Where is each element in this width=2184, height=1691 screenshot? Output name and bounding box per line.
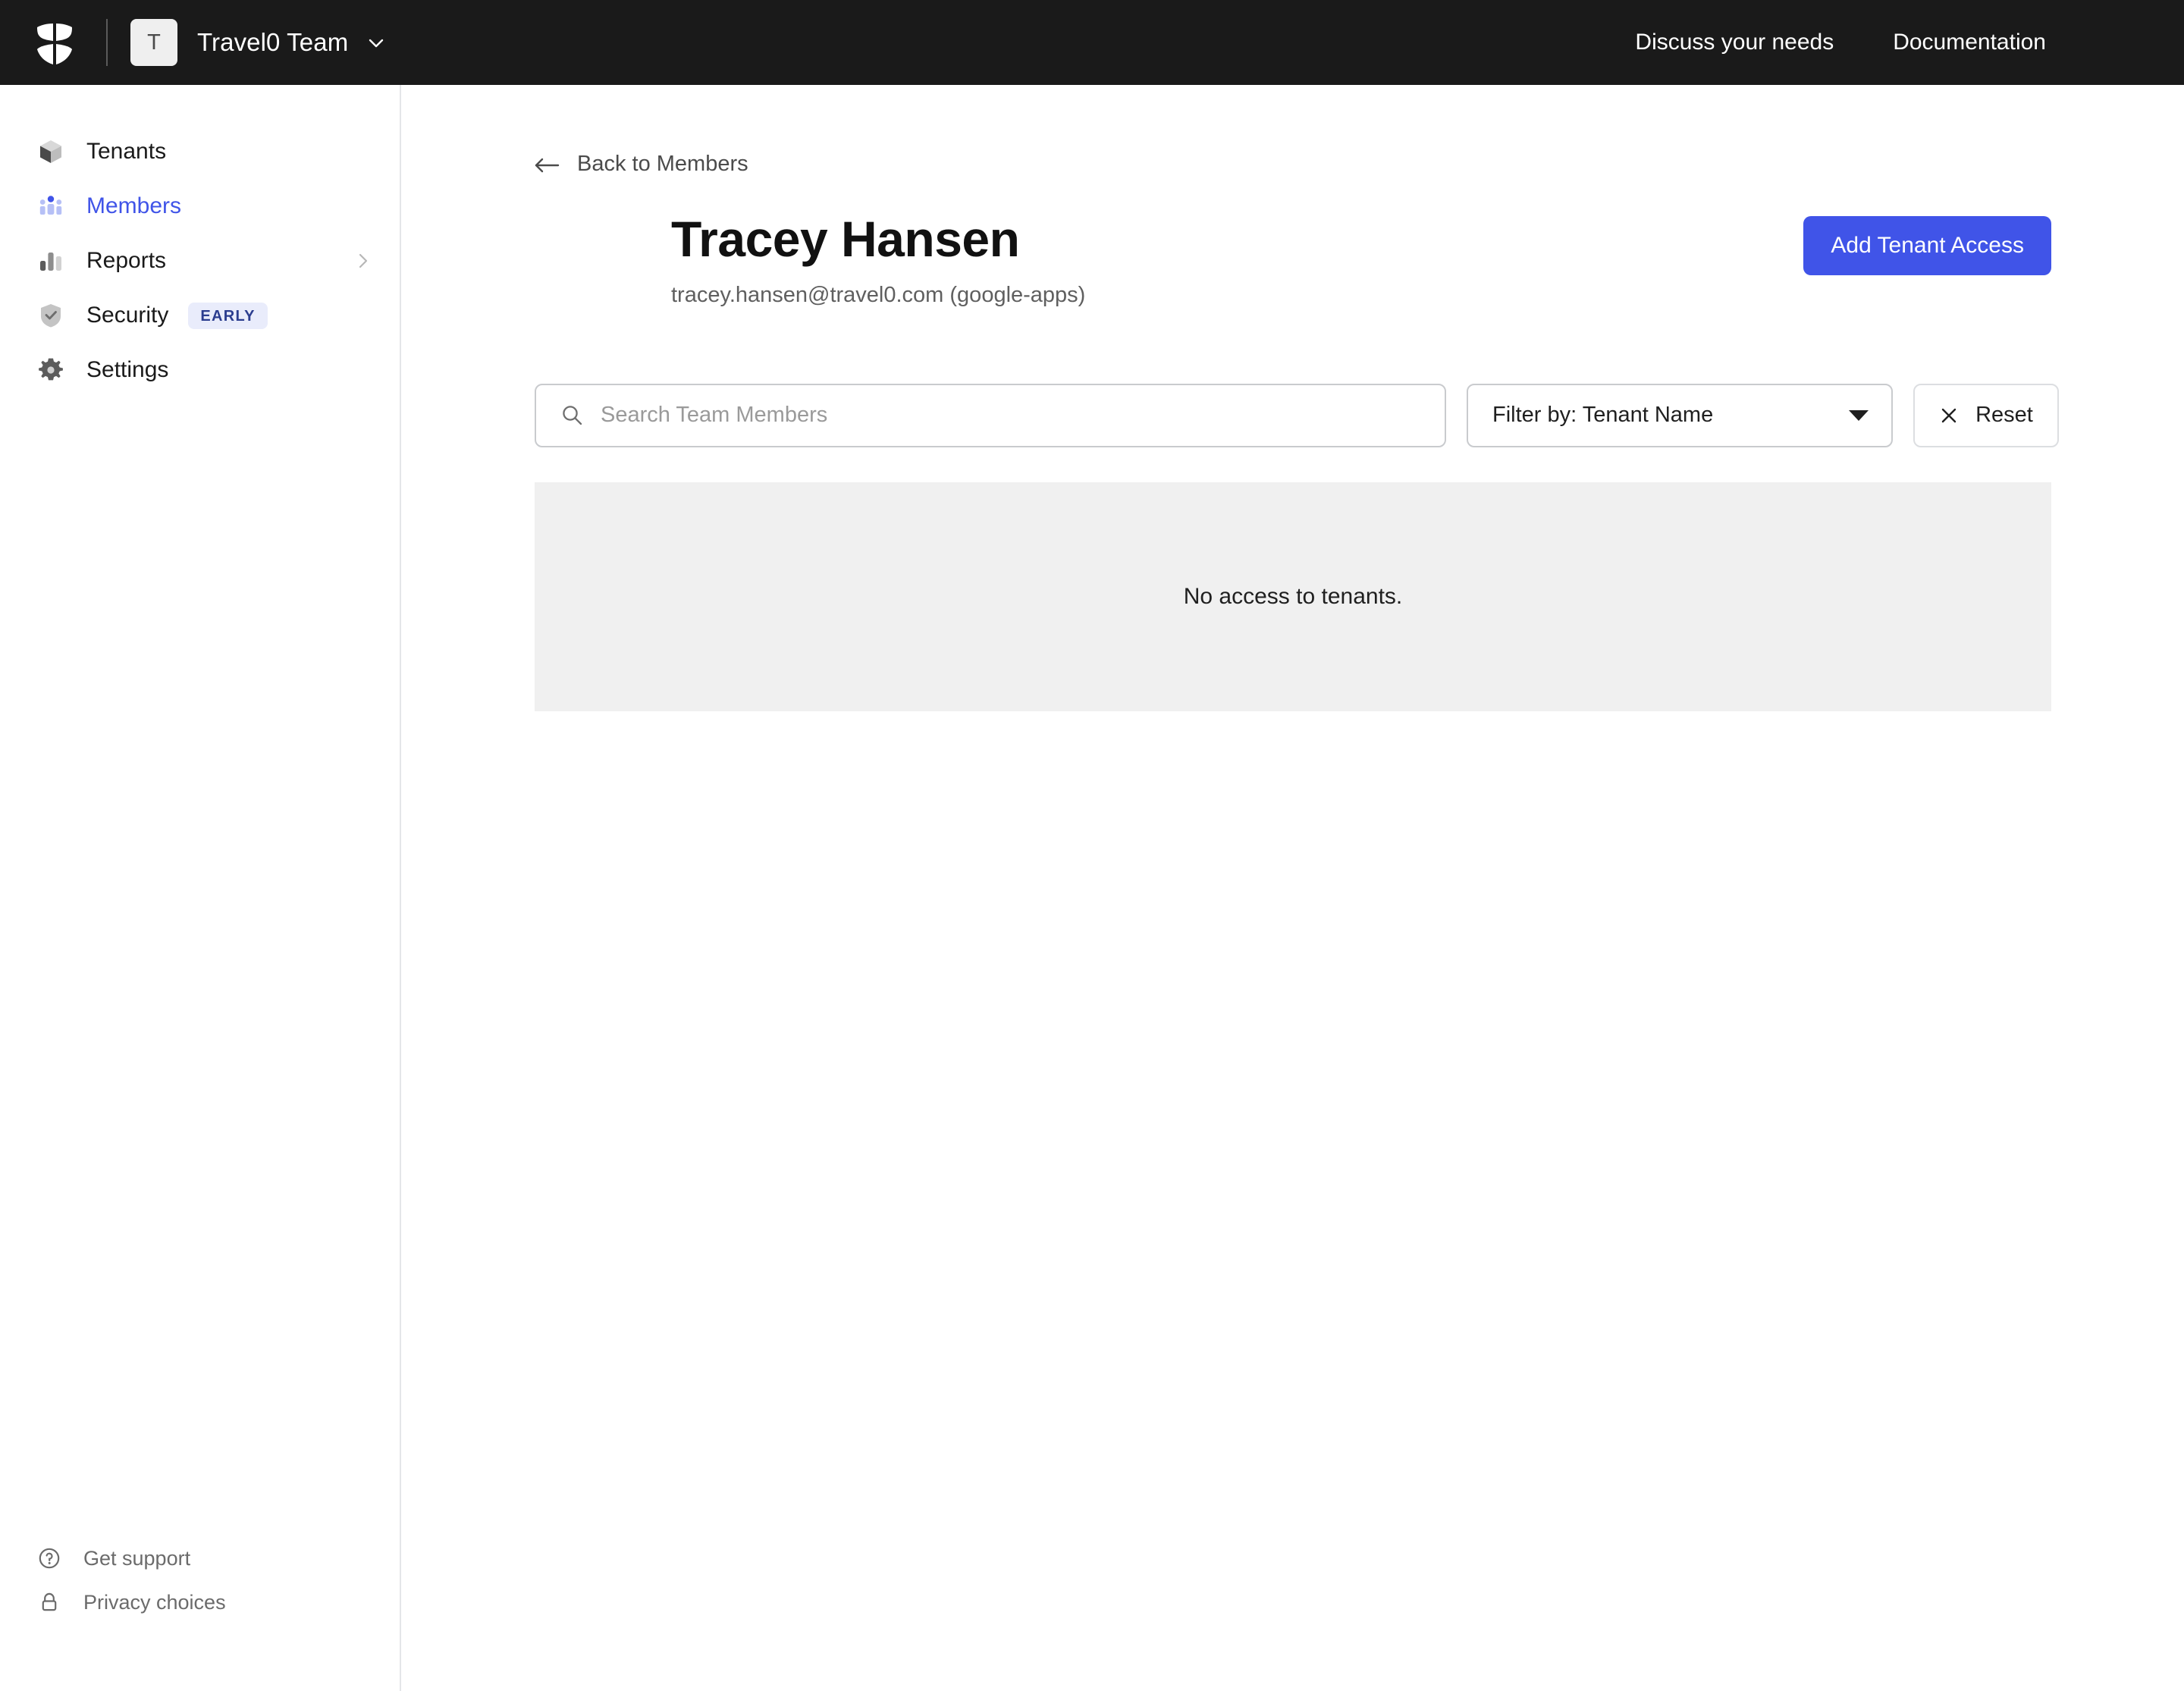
discuss-your-needs-link[interactable]: Discuss your needs (1635, 30, 1834, 55)
sidebar-item-security[interactable]: Security EARLY (0, 288, 400, 343)
main-content-area: Back to Members Tracey Hansen tracey.han… (403, 85, 2184, 1691)
filters-toolbar: Filter by: Tenant Name Reset (535, 383, 2059, 447)
member-profile-header: Tracey Hansen tracey.hansen@travel0.com … (535, 205, 2051, 308)
team-initial-badge: T (130, 19, 177, 66)
filter-select-label: Filter by: Tenant Name (1492, 403, 1714, 428)
gear-icon (36, 356, 65, 384)
filter-by-tenant-name-select[interactable]: Filter by: Tenant Name (1467, 383, 1893, 447)
get-support-link[interactable]: Get support (0, 1536, 400, 1580)
chevron-down-icon[interactable] (366, 33, 386, 52)
header-left-group: T Travel0 Team (0, 19, 386, 66)
search-icon (560, 403, 584, 427)
empty-state-panel: No access to tenants. (535, 482, 2051, 711)
sidebar-item-settings[interactable]: Settings (0, 343, 400, 397)
top-header-bar: T Travel0 Team Discuss your needs Docume… (0, 0, 2184, 85)
back-to-members-link[interactable]: Back to Members (535, 152, 2051, 177)
header-right-group: Discuss your needs Documentation (1635, 20, 2184, 65)
member-email: tracey.hansen@travel0.com (google-apps) (671, 282, 1086, 307)
caret-down-icon (1849, 409, 1869, 421)
shield-check-icon (36, 301, 65, 330)
sidebar-footer-label: Get support (83, 1546, 191, 1570)
sidebar-item-tenants[interactable]: Tenants (0, 124, 400, 179)
user-avatar[interactable] (2105, 20, 2151, 65)
sidebar-nav-list: Tenants Members Reports Security EARLY S… (0, 85, 400, 397)
arrow-left-icon (535, 155, 560, 174)
sidebar-footer-label: Privacy choices (83, 1590, 226, 1614)
left-sidebar: Tenants Members Reports Security EARLY S… (0, 85, 401, 1691)
documentation-link[interactable]: Documentation (1893, 30, 2046, 55)
status-badge: EARLY (188, 302, 268, 329)
add-tenant-access-button[interactable]: Add Tenant Access (1803, 216, 2051, 275)
search-input[interactable] (601, 403, 1359, 428)
privacy-choices-link[interactable]: Privacy choices (0, 1580, 400, 1624)
page-content: Back to Members Tracey Hansen tracey.han… (403, 85, 2184, 711)
sidebar-item-label: Members (86, 193, 182, 218)
chevron-right-icon[interactable] (354, 252, 372, 270)
member-identity: Tracey Hansen tracey.hansen@travel0.com … (671, 205, 1085, 308)
bar-chart-icon (36, 246, 65, 275)
sidebar-item-label: Tenants (86, 139, 167, 164)
lock-icon (36, 1589, 62, 1615)
sidebar-item-label: Settings (86, 357, 169, 382)
sidebar-item-label: Reports (86, 248, 167, 273)
shield-logo-icon[interactable] (33, 19, 76, 66)
people-icon (36, 192, 65, 221)
sidebar-footer: Get support Privacy choices (0, 1536, 400, 1624)
header-divider (106, 19, 108, 66)
cube-icon (36, 137, 65, 166)
page-title: Tracey Hansen (671, 211, 1020, 267)
team-name-label[interactable]: Travel0 Team (197, 28, 348, 57)
reset-button[interactable]: Reset (1913, 383, 2059, 447)
reset-button-label: Reset (1975, 403, 2033, 428)
question-circle-icon (36, 1545, 62, 1571)
back-link-label: Back to Members (577, 152, 748, 176)
empty-state-message: No access to tenants. (1183, 583, 1403, 609)
sidebar-item-reports[interactable]: Reports (0, 234, 400, 288)
sidebar-item-label: Security (86, 303, 169, 328)
search-box[interactable] (535, 383, 1446, 447)
sidebar-item-members[interactable]: Members (0, 179, 400, 234)
close-x-icon (1939, 406, 1959, 425)
member-avatar (535, 209, 633, 307)
